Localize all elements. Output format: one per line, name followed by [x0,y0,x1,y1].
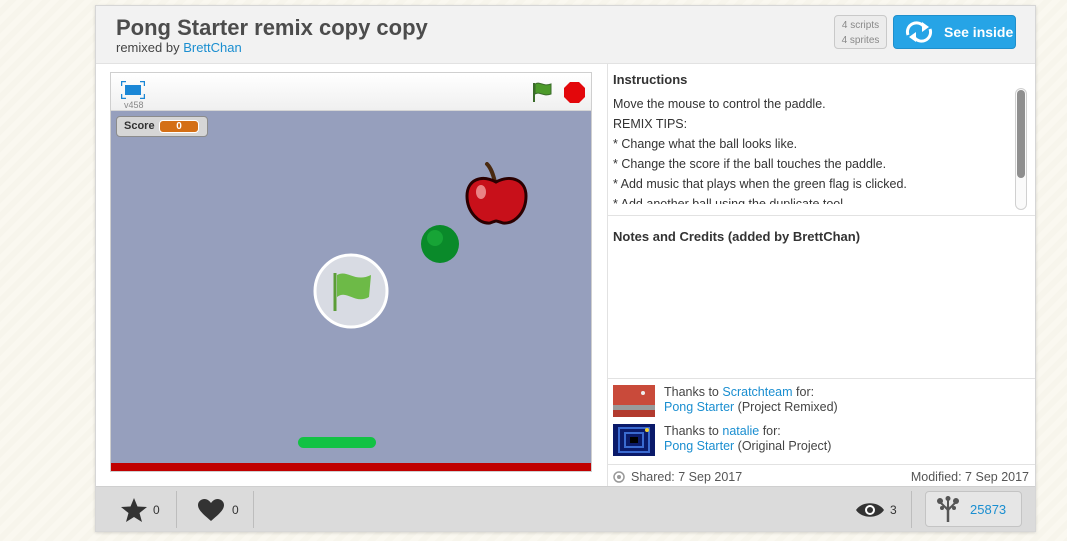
instructions-line: * Change the score if the ball touches t… [613,157,887,171]
sprites-count: 4 sprites [841,35,880,46]
score-monitor: Score 0 [116,116,208,137]
eye-icon [856,502,884,517]
project-header: Pong Starter remix copy copy remixed by … [96,6,1035,64]
instructions-line: * Add music that plays when the green fl… [613,177,907,191]
see-inside-label: See inside [944,24,1014,40]
remix-tree-icon [937,496,959,522]
footer-divider [176,491,177,528]
modified-date: Modified: 7 Sep 2017 [910,470,1029,484]
instructions-scrollbar-thumb[interactable] [1017,90,1025,178]
instructions-text[interactable]: Move the mouse to control the paddle. RE… [613,94,1008,204]
credit-prefix: Thanks to [664,385,719,399]
shared-icon [613,471,625,483]
favorite-button[interactable]: 0 [121,487,160,532]
credit-user-link[interactable]: natalie [722,424,759,438]
favorites-count: 0 [153,502,160,517]
credit-project-link[interactable]: Pong Starter [664,439,734,453]
views-stat: 3 [856,487,897,532]
green-flag-overlay-button[interactable] [313,253,389,329]
instructions-line: * Add another ball using the duplicate t… [613,197,847,204]
credit-item: Thanks to natalie for: Pong Starter (Ori… [613,424,1033,458]
see-inside-button[interactable]: See inside [893,15,1016,49]
divider [608,378,1035,379]
score-label: Score [124,120,155,132]
remix-tree-button[interactable]: 25873 [925,491,1022,527]
credit-note: (Project Remixed) [737,400,838,414]
ball-sprite [421,225,459,263]
credit-user-link[interactable]: Scratchteam [722,385,792,399]
love-button[interactable]: 0 [198,487,239,532]
project-player: v458 Score 0 [110,72,592,472]
see-inside-icon [905,21,933,43]
project-info-column: Instructions Move the mouse to control t… [607,64,1035,487]
credit-item: Thanks to Scratchteam for: Pong Starter … [613,385,1033,419]
loves-count: 0 [232,502,239,517]
credit-thumbnail[interactable] [613,385,655,417]
project-stats-box: 4 scripts 4 sprites [834,15,887,49]
credit-thumbnail[interactable] [613,424,655,456]
project-card: Pong Starter remix copy copy remixed by … [95,5,1036,532]
score-value: 0 [159,120,199,133]
shared-date-text: Shared: 7 Sep 2017 [631,470,743,484]
stop-sign-icon[interactable] [564,82,585,103]
credit-text: Thanks to natalie for: Pong Starter (Ori… [664,424,831,454]
views-count: 3 [890,502,897,517]
project-footer: 0 0 3 25873 [96,486,1035,531]
paddle-sprite [298,437,376,448]
green-flag-icon[interactable] [531,81,553,103]
remix-count: 25873 [970,501,1007,517]
player-controls-bar: v458 [111,73,591,111]
fullscreen-icon[interactable] [121,81,145,99]
player-version: v458 [124,100,144,110]
star-icon [121,497,147,522]
project-title: Pong Starter remix copy copy [116,15,428,40]
remixed-by-user-link[interactable]: BrettChan [183,40,242,55]
apple-sprite [465,162,528,225]
shared-date: Shared: 7 Sep 2017 [613,470,742,484]
credit-project-link[interactable]: Pong Starter [664,400,734,414]
notes-heading: Notes and Credits (added by BrettChan) [613,229,861,244]
footer-divider [253,491,254,528]
credit-text: Thanks to Scratchteam for: Pong Starter … [664,385,838,415]
instructions-line: Move the mouse to control the paddle. [613,97,826,111]
stage[interactable]: Score 0 [111,111,591,463]
credit-suffix: for: [796,385,815,399]
instructions-line: * Change what the ball looks like. [613,137,798,151]
divider [608,464,1035,465]
remixed-by: remixed by BrettChan [116,40,242,55]
remixed-by-prefix: remixed by [116,40,180,55]
instructions-line: REMIX TIPS: [613,117,688,131]
credit-prefix: Thanks to [664,424,719,438]
divider [608,215,1035,216]
scripts-count: 4 scripts [841,20,880,31]
credit-suffix: for: [762,424,781,438]
heart-icon [198,498,224,521]
footer-divider [911,491,912,528]
credit-note: (Original Project) [737,439,832,453]
instructions-heading: Instructions [613,72,688,87]
stage-floor [111,463,591,471]
